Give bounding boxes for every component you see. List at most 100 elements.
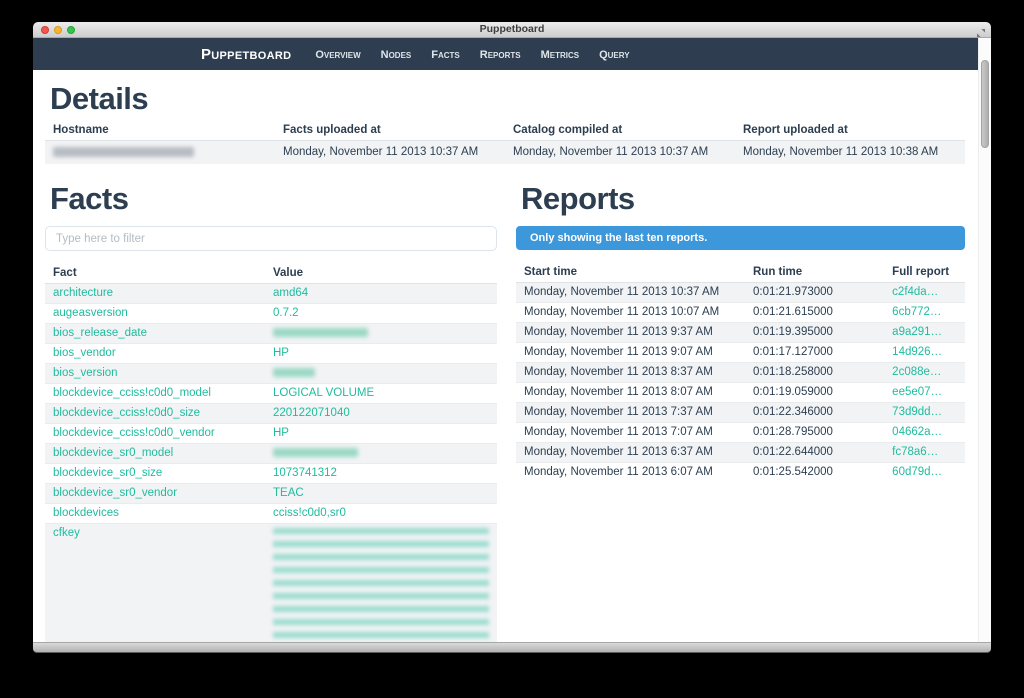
- facts-heading: Facts: [50, 182, 497, 216]
- table-row: Monday, November 11 2013 9:07 AM0:01:17.…: [516, 343, 965, 363]
- fact-name-cell: blockdevice_sr0_size: [45, 464, 265, 484]
- fact-value-cell: cciss!c0d0,sr0: [265, 504, 497, 524]
- fact-value-cell: TEAC: [265, 484, 497, 504]
- nav-item-metrics[interactable]: Metrics: [541, 49, 580, 61]
- fact-value-cell: amd64: [265, 284, 497, 304]
- reports-notice-banner: Only showing the last ten reports.: [516, 226, 965, 250]
- fact-value: LOGICAL VOLUME: [273, 387, 374, 399]
- report-start-time: Monday, November 11 2013 10:37 AM: [516, 283, 745, 303]
- scrollbar: [978, 38, 991, 642]
- window-titlebar[interactable]: Puppetboard: [33, 22, 991, 38]
- fact-link[interactable]: blockdevice_sr0_size: [53, 467, 162, 479]
- details-head-row: HostnameFacts uploaded atCatalog compile…: [45, 120, 965, 141]
- report-hash-cell: 6cb772…: [884, 303, 965, 323]
- table-row: Monday, November 11 2013 8:37 AM0:01:18.…: [516, 363, 965, 383]
- reports-table-body: Monday, November 11 2013 10:37 AM0:01:21…: [516, 283, 965, 483]
- report-run-time: 0:01:21.973000: [745, 283, 884, 303]
- nav-item-reports[interactable]: Reports: [480, 49, 521, 61]
- fact-link[interactable]: blockdevice_sr0_model: [53, 447, 173, 459]
- full-report-link[interactable]: a9a291…: [892, 326, 942, 338]
- zoom-button[interactable]: [67, 26, 75, 34]
- report-start-time: Monday, November 11 2013 10:07 AM: [516, 303, 745, 323]
- facts-uploaded-value: Monday, November 11 2013 10:37 AM: [275, 141, 505, 165]
- close-button[interactable]: [41, 26, 49, 34]
- redacted-value: [273, 328, 368, 337]
- full-report-link[interactable]: c2f4da…: [892, 286, 938, 298]
- fact-link[interactable]: cfkey: [53, 527, 80, 539]
- fact-value-cell: 220122071040: [265, 404, 497, 424]
- table-row: blockdevice_cciss!c0d0_model LOGICAL VOLU…: [45, 384, 497, 404]
- nav-item-nodes[interactable]: Nodes: [381, 49, 412, 61]
- full-report-link[interactable]: 04662a…: [892, 426, 942, 438]
- fact-name-cell: bios_release_date: [45, 324, 265, 344]
- report-run-time: 0:01:17.127000: [745, 343, 884, 363]
- report-start-time: Monday, November 11 2013 8:07 AM: [516, 383, 745, 403]
- table-row: bios_release_date: [45, 324, 497, 344]
- table-row: augeasversion0.7.2: [45, 304, 497, 324]
- report-run-time: 0:01:25.542000: [745, 463, 884, 483]
- fact-value-cell: 1073741312: [265, 464, 497, 484]
- reports-section: Reports Only showing the last ten report…: [516, 164, 965, 642]
- fact-value: 220122071040: [273, 407, 350, 419]
- reports-head-row: Start timeRun timeFull report: [516, 262, 965, 283]
- minimize-button[interactable]: [54, 26, 62, 34]
- window-controls: [41, 26, 75, 34]
- fact-name-cell: blockdevices: [45, 504, 265, 524]
- full-report-link[interactable]: 2c088e…: [892, 366, 941, 378]
- nav-list-item: Metrics: [541, 45, 580, 63]
- table-row: blockdevice_sr0_size 1073741312: [45, 464, 497, 484]
- fact-value: HP: [273, 427, 289, 439]
- details-col-header: Catalog compiled at: [505, 120, 735, 141]
- fact-name-cell: cfkey: [45, 524, 265, 643]
- reports-col-header: Start time: [516, 262, 745, 283]
- scrollbar-thumb[interactable]: [981, 60, 989, 148]
- full-report-link[interactable]: 14d926…: [892, 346, 942, 358]
- table-row: blockdevice_sr0_model: [45, 444, 497, 464]
- fact-name-cell: blockdevice_cciss!c0d0_vendor: [45, 424, 265, 444]
- facts-col-header: Value: [265, 263, 497, 284]
- report-start-time: Monday, November 11 2013 6:07 AM: [516, 463, 745, 483]
- full-report-link[interactable]: ee5e07…: [892, 386, 942, 398]
- navbar-brand[interactable]: Puppetboard: [201, 46, 291, 63]
- report-hash-cell: a9a291…: [884, 323, 965, 343]
- fact-link[interactable]: architecture: [53, 287, 113, 299]
- full-report-link[interactable]: 6cb772…: [892, 306, 941, 318]
- fact-link[interactable]: bios_vendor: [53, 347, 116, 359]
- fact-link[interactable]: augeasversion: [53, 307, 128, 319]
- fact-link[interactable]: blockdevices: [53, 507, 119, 519]
- table-row: blockdevice_sr0_vendor TEAC: [45, 484, 497, 504]
- fullscreen-icon[interactable]: [976, 25, 986, 35]
- report-start-time: Monday, November 11 2013 6:37 AM: [516, 443, 745, 463]
- report-hash-cell: 73d9dd…: [884, 403, 965, 423]
- fact-link[interactable]: blockdevice_sr0_vendor: [53, 487, 177, 499]
- facts-filter-input[interactable]: [45, 226, 497, 251]
- fact-link[interactable]: blockdevice_cciss!c0d0_size: [53, 407, 200, 419]
- fact-name-cell: blockdevice_sr0_model: [45, 444, 265, 464]
- report-hash-cell: 04662a…: [884, 423, 965, 443]
- full-report-link[interactable]: 60d79d…: [892, 466, 942, 478]
- table-row: Monday, November 11 2013 9:37 AM0:01:19.…: [516, 323, 965, 343]
- fact-link[interactable]: bios_release_date: [53, 327, 147, 339]
- report-hash-cell: fc78a6…: [884, 443, 965, 463]
- nav-item-query[interactable]: Query: [599, 49, 630, 61]
- nav-item-facts[interactable]: Facts: [431, 49, 460, 61]
- fact-name-cell: blockdevice_sr0_vendor: [45, 484, 265, 504]
- fact-value: amd64: [273, 287, 308, 299]
- nav-list-item: Nodes: [381, 45, 412, 63]
- report-start-time: Monday, November 11 2013 8:37 AM: [516, 363, 745, 383]
- report-run-time: 0:01:19.059000: [745, 383, 884, 403]
- fact-link[interactable]: blockdevice_cciss!c0d0_vendor: [53, 427, 215, 439]
- redacted-value-block: [273, 528, 489, 640]
- window-bottom-bar: [33, 642, 991, 653]
- hostname-value: [45, 141, 275, 165]
- table-row: Monday, November 11 2013 6:07 AM0:01:25.…: [516, 463, 965, 483]
- fact-link[interactable]: blockdevice_cciss!c0d0_model: [53, 387, 211, 399]
- nav-list-item: Facts: [431, 45, 460, 63]
- details-col-header: Report uploaded at: [735, 120, 965, 141]
- nav-item-overview[interactable]: Overview: [315, 49, 360, 61]
- full-report-link[interactable]: fc78a6…: [892, 446, 938, 458]
- full-report-link[interactable]: 73d9dd…: [892, 406, 942, 418]
- fact-link[interactable]: bios_version: [53, 367, 118, 379]
- report-hash-cell: c2f4da…: [884, 283, 965, 303]
- table-row: Monday, November 11 2013 7:07 AM0:01:28.…: [516, 423, 965, 443]
